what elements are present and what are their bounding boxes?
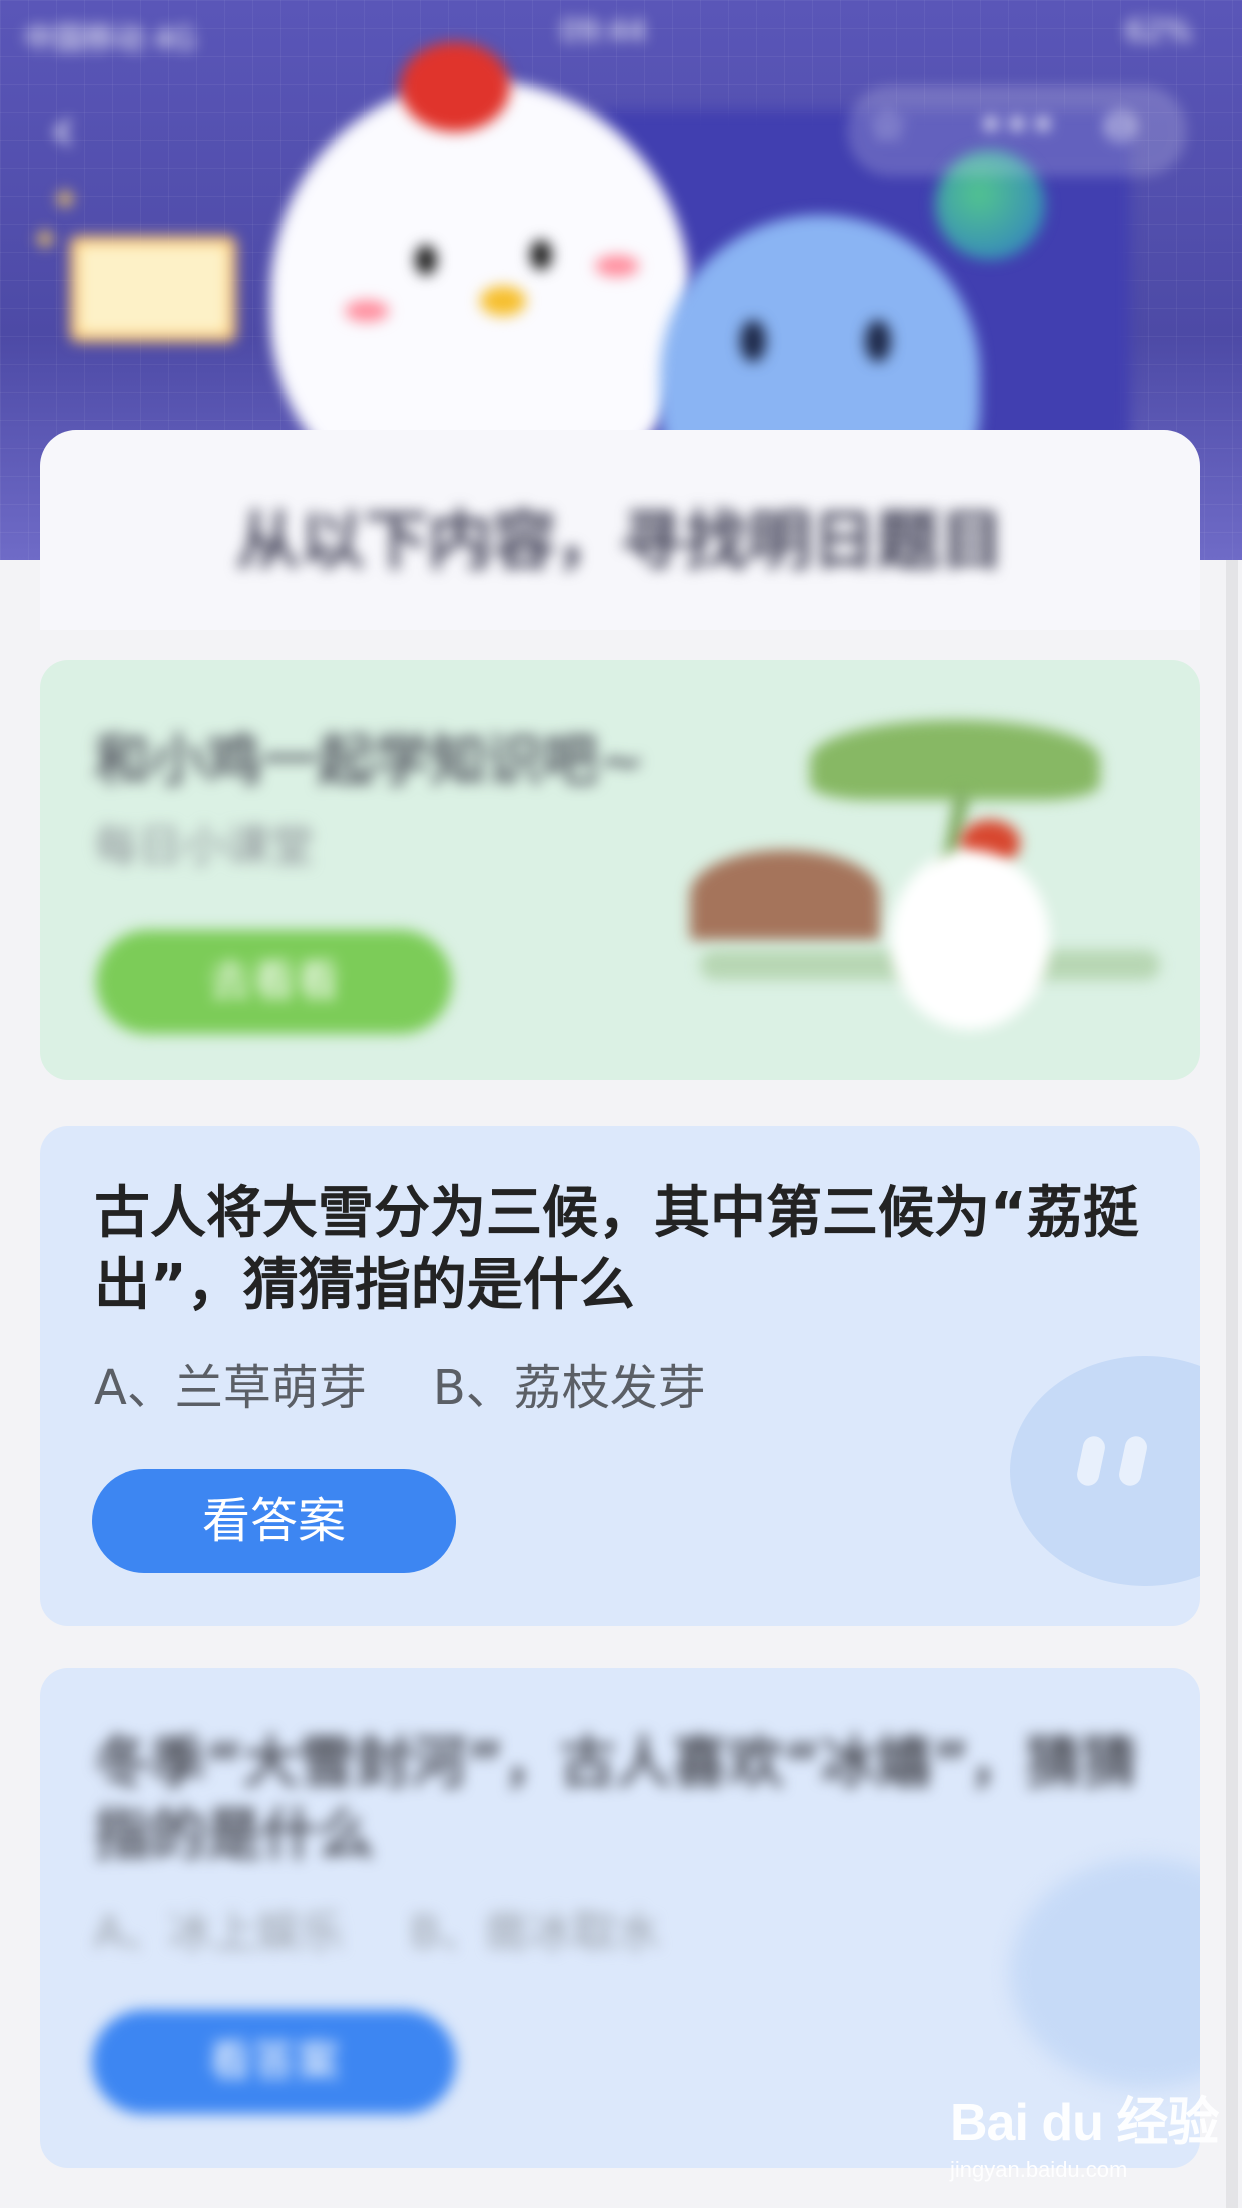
carrier-label: 中国移动 4G — [24, 22, 196, 57]
chick-blush-right — [595, 255, 639, 277]
answer-options: A、兰草萌芽 B、荔枝发芽 — [94, 1348, 706, 1418]
scrollbar[interactable] — [1226, 560, 1238, 2208]
question-text: 古人将大雪分为三候，其中第三候为“荔挺出”，猜猜指的是什么 — [94, 1181, 1139, 1318]
question-card: 古人将大雪分为三候，其中第三候为“荔挺出”，猜猜指的是什么 A、兰草萌芽 B、荔枝… — [40, 1126, 1200, 1626]
option-b-2: B、凿冰取水 — [410, 1907, 661, 1958]
blue-mascot-eye-left — [740, 320, 766, 362]
go-see-button[interactable]: 去看看 — [96, 930, 452, 1034]
answer-options-2: A、冰上娱乐 B、凿冰取水 — [94, 1896, 660, 1960]
promo-card: 和小鸡一起学知识吧~ 每日小课堂 去看看 — [40, 660, 1200, 1080]
bubble-mark — [1117, 1434, 1149, 1488]
mini-program-capsule[interactable]: ☆ ••• ⊖ — [850, 88, 1184, 174]
bubble-mark — [1075, 1434, 1107, 1488]
chick-eye-left — [415, 245, 437, 275]
chick-beak — [480, 286, 526, 316]
sparkle-icon: ✦ — [50, 180, 81, 221]
clock: 09:44 — [560, 14, 647, 49]
watermark-url: jingyan.baidu.com — [950, 2157, 1128, 2182]
page-title: 从以下内容，寻找明日题目 — [236, 505, 1004, 579]
question-text-2: 冬季“大雪封河”，古人喜欢“冰嬉”，猜猜指的是什么 — [94, 1731, 1138, 1868]
chat-bubble-icon — [1010, 1356, 1200, 1586]
promo-subtitle: 每日小课堂 — [94, 821, 314, 872]
view-answer-button-2[interactable]: 看答案 — [92, 2010, 456, 2114]
star-icon[interactable]: ☆ — [868, 100, 907, 151]
view-answer-button[interactable]: 看答案 — [92, 1469, 456, 1573]
small-chick-illustration — [890, 850, 1050, 1030]
hanging-sign — [70, 236, 236, 342]
close-icon[interactable]: ⊖ — [1102, 100, 1139, 151]
sparkle-icon: ✦ — [30, 220, 61, 261]
baidu-watermark: Bai du 经验 jingyan.baidu.com — [950, 2080, 1230, 2190]
battery-label: 62% — [1125, 14, 1192, 49]
option-b: B、荔枝发芽 — [432, 1360, 706, 1416]
back-button[interactable]: ‹ — [50, 90, 110, 170]
title-card: 从以下内容，寻找明日题目 — [40, 430, 1200, 630]
status-bar: 中国移动 4G 09:44 62% — [0, 0, 1242, 64]
option-a: A、兰草萌芽 — [94, 1360, 367, 1416]
lotus-leaf-illustration — [810, 720, 1100, 800]
chick-blush-left — [345, 300, 389, 322]
more-icon[interactable]: ••• — [978, 100, 1056, 151]
chick-eye-right — [530, 240, 552, 270]
watermark-logo: Bai du 经验 — [950, 2094, 1219, 2152]
chat-bubble-icon — [1010, 1858, 1200, 2088]
pavilion-illustration — [690, 850, 880, 940]
chevron-left-icon: ‹ — [50, 93, 76, 167]
promo-title: 和小鸡一起学知识吧~ — [94, 729, 645, 794]
blue-mascot-eye-right — [865, 320, 891, 362]
option-a-2: A、冰上娱乐 — [94, 1907, 345, 1958]
